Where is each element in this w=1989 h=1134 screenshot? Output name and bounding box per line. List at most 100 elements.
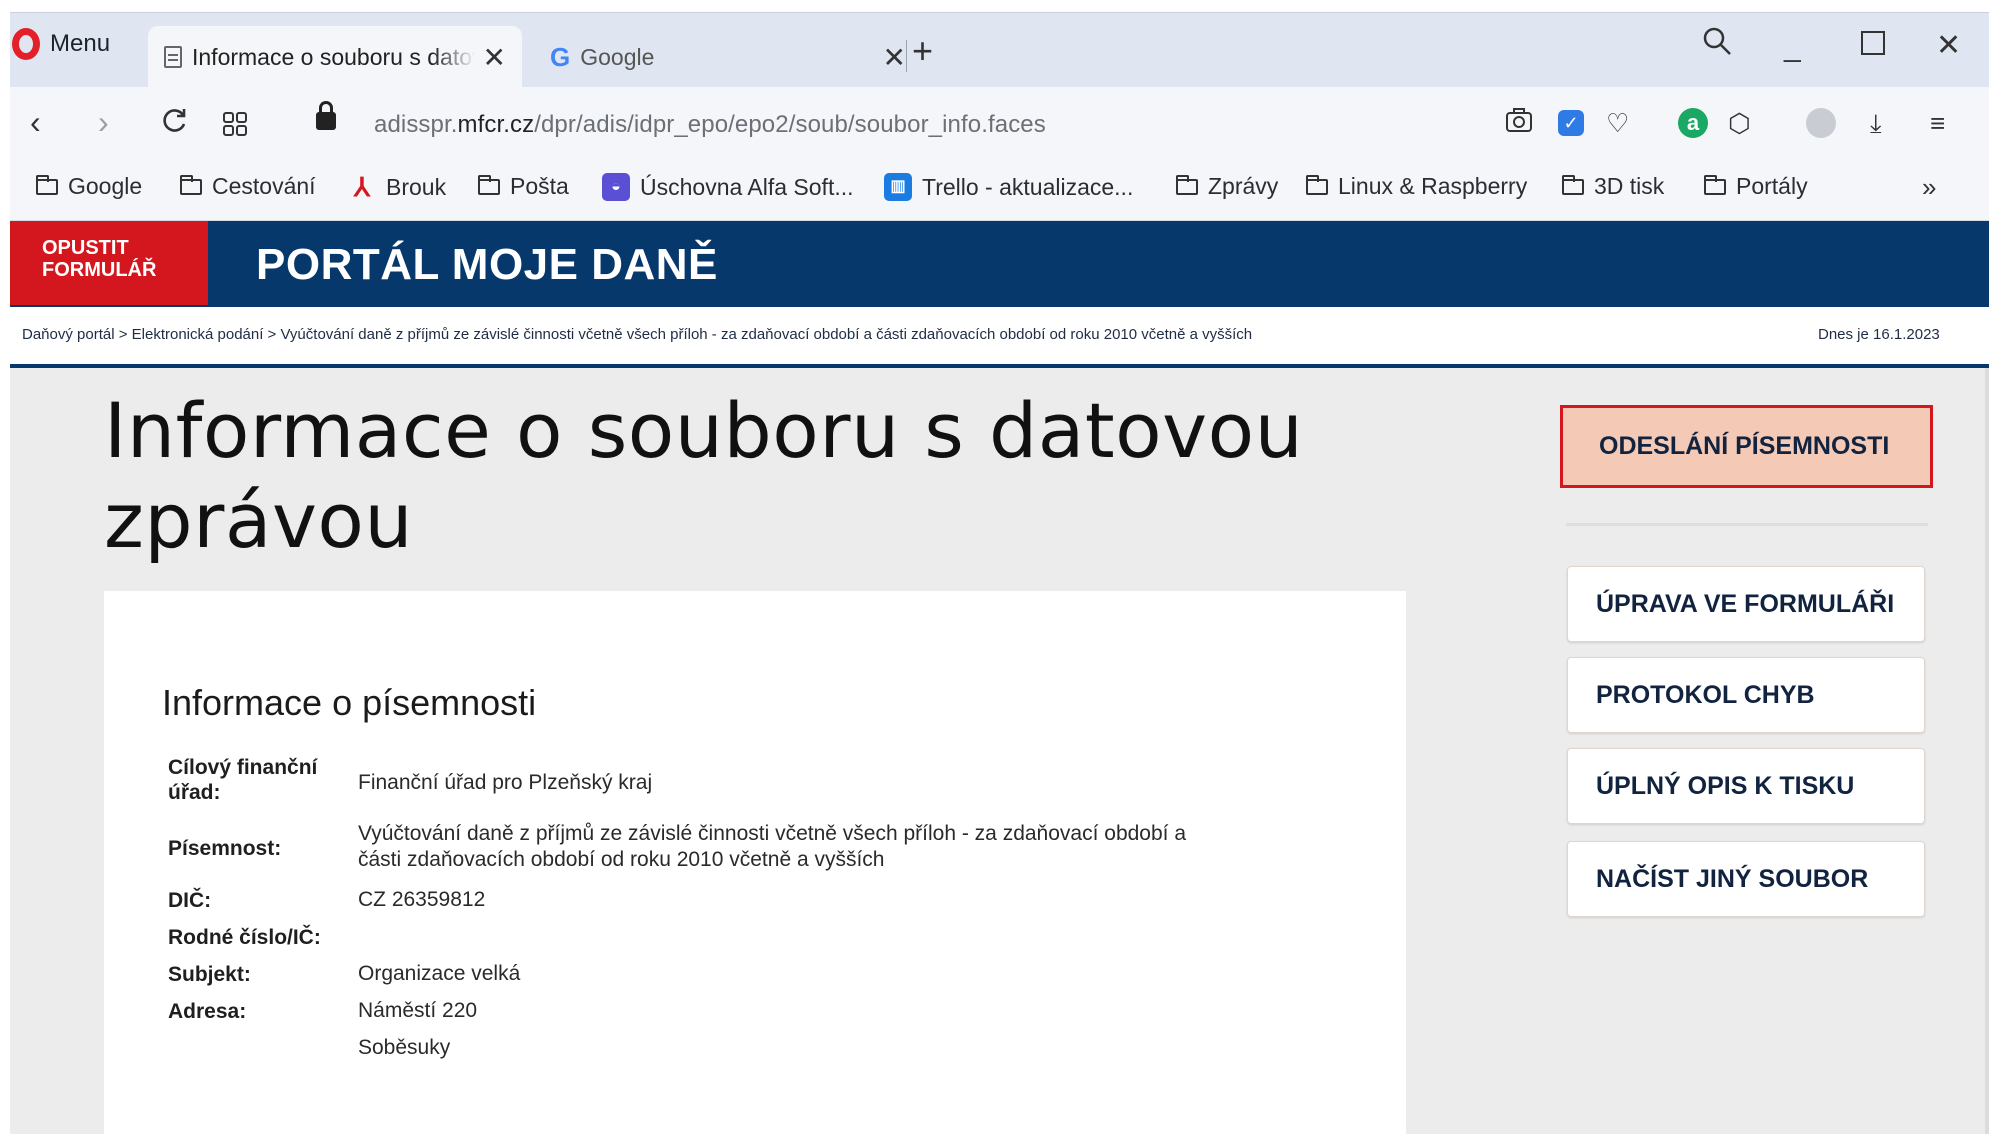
lock-icon[interactable] bbox=[316, 101, 336, 130]
url-field[interactable]: adisspr.mfcr.cz/dpr/adis/idpr_epo/epo2/s… bbox=[374, 111, 1046, 139]
full-print-copy-button[interactable]: ÚPLNÝ OPIS K TISKU bbox=[1567, 748, 1925, 824]
bookmark-linux[interactable]: Linux & Raspberry bbox=[1306, 173, 1527, 200]
office-label-line2: úřad: bbox=[168, 781, 221, 804]
camera-icon[interactable] bbox=[1504, 106, 1534, 143]
search-tabs-icon[interactable] bbox=[1702, 26, 1732, 64]
subject-value: Organizace velká bbox=[358, 962, 521, 985]
shield-check-icon[interactable]: ✓ bbox=[1558, 110, 1584, 136]
avatar[interactable] bbox=[1806, 108, 1836, 138]
bookmark-posta[interactable]: Pošta bbox=[478, 173, 569, 200]
forward-icon[interactable]: › bbox=[98, 104, 109, 141]
section-heading: Informace o písemnosti bbox=[162, 682, 537, 723]
edit-in-form-button[interactable]: ÚPRAVA VE FORMULÁŘI bbox=[1567, 566, 1925, 642]
document-icon bbox=[164, 46, 182, 68]
folder-icon bbox=[180, 174, 202, 195]
minimize-icon[interactable]: _ bbox=[1784, 30, 1801, 64]
opera-logo-icon bbox=[12, 28, 40, 60]
tab-google[interactable]: G Google ✕ bbox=[536, 26, 920, 88]
sidebar-divider bbox=[1566, 523, 1928, 526]
brouk-icon: ⅄ bbox=[354, 172, 370, 202]
maximize-icon[interactable] bbox=[1860, 30, 1886, 64]
address-label: Adresa: bbox=[168, 1000, 247, 1023]
dic-label: DIČ: bbox=[168, 889, 212, 912]
uschovna-icon: ◒ bbox=[602, 173, 630, 201]
easy-setup-icon[interactable]: ≡ bbox=[1930, 108, 1945, 139]
page-title-line2: zprávou bbox=[104, 476, 414, 565]
bookmark-label: Portály bbox=[1736, 173, 1808, 199]
tab-active[interactable]: Informace o souboru s datovou zprávou ✕ bbox=[148, 26, 522, 88]
page-title-line1: Informace o souboru s datovou bbox=[104, 386, 1304, 475]
bookmark-cestovani[interactable]: Cestování bbox=[180, 173, 316, 200]
bookmark-label: 3D tisk bbox=[1594, 173, 1665, 199]
bookmark-uschovna[interactable]: ◒ Úschovna Alfa Soft... bbox=[602, 173, 854, 201]
extension-a-icon[interactable]: a bbox=[1678, 108, 1708, 138]
bookmark-3d-tisk[interactable]: 3D tisk bbox=[1562, 173, 1664, 200]
url-path: /dpr/adis/idpr_epo/epo2/soub/soubor_info… bbox=[534, 111, 1046, 138]
bookmark-trello[interactable]: ▥ Trello - aktualizace... bbox=[884, 173, 1133, 201]
trello-icon: ▥ bbox=[884, 173, 912, 201]
cube-icon[interactable]: ⬡ bbox=[1728, 108, 1751, 139]
rc-label: Rodné číslo/IČ: bbox=[168, 926, 321, 949]
leave-form-line1: OPUSTIT bbox=[42, 237, 129, 259]
address-line1: Náměstí 220 bbox=[358, 999, 478, 1022]
bookmark-brouk[interactable]: ⅄ Brouk bbox=[348, 173, 446, 201]
heart-icon[interactable]: ♡ bbox=[1606, 108, 1629, 139]
tab-separator bbox=[906, 40, 907, 72]
url-host-domain: mfcr.cz bbox=[457, 111, 535, 138]
opera-menu-button[interactable]: Menu bbox=[12, 28, 110, 60]
address-value: Náměstí 220 Soběsuky bbox=[358, 998, 477, 1061]
bookmark-label: Google bbox=[68, 173, 143, 199]
scrollbar[interactable] bbox=[1985, 368, 1989, 1134]
address-line2: Soběsuky bbox=[358, 1036, 451, 1059]
leave-form-line2: FORMULÁŘ bbox=[42, 259, 157, 281]
office-value: Finanční úřad pro Plzeňský kraj bbox=[358, 771, 653, 794]
bookmark-label: Trello - aktualizace... bbox=[922, 173, 1134, 200]
url-host-prefix: adisspr. bbox=[374, 111, 458, 138]
dic-value: CZ 26359812 bbox=[358, 888, 486, 911]
close-tab-icon[interactable]: ✕ bbox=[483, 41, 506, 74]
google-icon: G bbox=[550, 41, 571, 72]
load-other-file-button[interactable]: NAČÍST JINÝ SOUBOR bbox=[1567, 841, 1925, 917]
document-value: Vyúčtování daně z příjmů ze závislé činn… bbox=[358, 821, 1186, 873]
bookmark-portaly[interactable]: Portály bbox=[1704, 173, 1808, 200]
bookmark-zpravy[interactable]: Zprávy bbox=[1176, 173, 1278, 200]
download-icon[interactable]: ⤓ bbox=[1870, 108, 1882, 140]
folder-icon bbox=[1704, 174, 1726, 195]
new-tab-icon[interactable]: + bbox=[912, 30, 933, 72]
close-window-icon[interactable]: ✕ bbox=[1936, 28, 1961, 63]
tab-title: Google bbox=[580, 43, 655, 70]
bookmark-label: Linux & Raspberry bbox=[1338, 173, 1528, 199]
today-date: Dnes je 16.1.2023 bbox=[1818, 326, 1940, 343]
bookmark-label: Zprávy bbox=[1208, 173, 1279, 199]
folder-icon bbox=[478, 174, 500, 195]
close-tab-icon[interactable]: ✕ bbox=[883, 41, 906, 74]
office-label: Cílový finanční úřad: bbox=[168, 755, 317, 805]
page-title: Informace o souboru s datovou zprávou bbox=[104, 386, 1324, 566]
breadcrumb[interactable]: Daňový portál > Elektronická podání > Vy… bbox=[22, 326, 1252, 343]
portal-title: PORTÁL MOJE DANĚ bbox=[256, 240, 718, 289]
folder-icon bbox=[1562, 174, 1584, 195]
menu-label: Menu bbox=[50, 30, 111, 57]
error-protocol-button[interactable]: PROTOKOL CHYB bbox=[1567, 657, 1925, 733]
bookmark-label: Úschovna Alfa Soft... bbox=[640, 173, 854, 200]
more-bookmarks-icon[interactable]: » bbox=[1922, 172, 1936, 203]
leave-form-button[interactable]: OPUSTIT FORMULÁŘ bbox=[10, 221, 208, 305]
reload-icon[interactable] bbox=[160, 106, 188, 143]
bookmark-google[interactable]: Google bbox=[36, 173, 142, 200]
subject-label: Subjekt: bbox=[168, 963, 251, 986]
tab-title: Informace o souboru s datovou zprávou bbox=[192, 43, 475, 70]
document-label: Písemnost: bbox=[168, 837, 282, 860]
bookmark-label: Pošta bbox=[510, 173, 569, 199]
submit-document-button[interactable]: ODESLÁNÍ PÍSEMNOSTI bbox=[1560, 405, 1933, 488]
document-value-line2: části zdaňovacích období od roku 2010 vč… bbox=[358, 848, 885, 871]
bookmark-label: Cestování bbox=[212, 173, 316, 199]
back-icon[interactable]: ‹ bbox=[30, 104, 41, 141]
speed-dial-icon[interactable] bbox=[222, 108, 248, 145]
folder-icon bbox=[36, 174, 58, 195]
folder-icon bbox=[1176, 174, 1198, 195]
office-label-line1: Cílový finanční bbox=[168, 756, 318, 779]
folder-icon bbox=[1306, 174, 1328, 195]
document-value-line1: Vyúčtování daně z příjmů ze závislé činn… bbox=[358, 822, 1187, 845]
browser-window: { "browser": { "menu_label": "Menu", "ta… bbox=[0, 0, 1989, 1134]
bookmark-label: Brouk bbox=[386, 173, 447, 200]
